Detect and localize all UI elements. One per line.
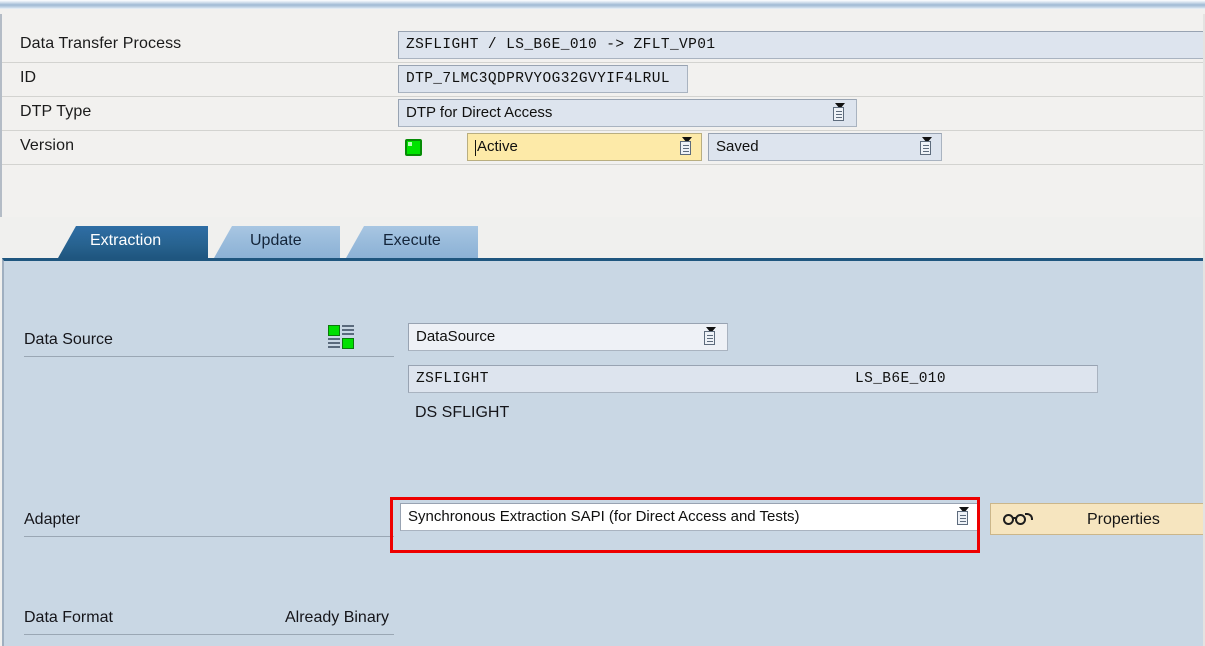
dropdown-adapter-icon[interactable] [955,507,971,527]
datasource-icon [328,325,355,350]
glasses-lens-left [1003,514,1014,525]
list-sheet-icon [833,107,844,121]
list-sheet-icon [704,331,715,345]
datasource-icon-square-tl [328,325,340,336]
input-id[interactable]: DTP_7LMC3QDPRVYOG32GVYIF4LRUL [398,65,688,93]
dropdown-version-icon[interactable] [678,137,694,157]
input-data-source-type[interactable]: DataSource [408,323,728,351]
label-adapter: Adapter [24,511,80,529]
input-version[interactable]: Active [467,133,702,161]
label-data-format-underline [24,634,394,635]
value-data-source-type: DataSource [416,328,495,345]
glasses-arm [1025,513,1033,520]
value-adapter: Synchronous Extraction SAPI (for Direct … [408,508,956,525]
list-sheet-icon [680,141,691,155]
datasource-icon-square-br [342,338,354,349]
label-data-source-underline [24,356,394,357]
form-row-data-transfer-process: Data Transfer Process ZSFLIGHT / LS_B6E_… [2,28,1205,63]
value-data-source-name: ZSFLIGHT [416,371,489,387]
glasses-icon [1003,511,1033,529]
input-data-source-name[interactable]: ZSFLIGHT LS_B6E_010 [408,365,1098,393]
form-row-version: Version Active Saved [2,130,1205,165]
properties-button-label: Properties [1087,511,1160,529]
datasource-icon-lines-bl [328,338,340,349]
dropdown-dtp-type-icon[interactable] [831,103,847,123]
label-data-transfer-process: Data Transfer Process [20,35,181,53]
label-data-format: Data Format [24,609,113,627]
tab-execute-label: Execute [383,232,441,250]
label-version: Version [20,137,74,155]
tab-strip: Extraction Update Execute [2,226,1203,258]
value-id: DTP_7LMC3QDPRVYOG32GVYIF4LRUL [406,71,670,87]
form-row-id: ID DTP_7LMC3QDPRVYOG32GVYIF4LRUL [2,62,1205,97]
status-led-active [405,139,422,156]
input-save-status[interactable]: Saved [708,133,942,161]
dropdown-save-status-icon[interactable] [918,137,934,157]
dropdown-data-source-type-icon[interactable] [702,327,718,347]
tab-update-label: Update [250,232,302,250]
text-caret [475,140,476,156]
label-data-source: Data Source [24,331,113,349]
input-dtp-type[interactable]: DTP for Direct Access [398,99,857,127]
input-data-transfer-process[interactable]: ZSFLIGHT / LS_B6E_010 -> ZFLT_VP01 [398,31,1205,59]
list-sheet-icon [920,141,931,155]
value-version: Active [477,138,518,155]
value-data-format: Already Binary [285,609,389,627]
form-row-dtp-type: DTP Type DTP for Direct Access [2,96,1205,131]
window-title-strip [0,0,1205,9]
list-sheet-icon [957,511,968,525]
value-data-transfer-process: ZSFLIGHT / LS_B6E_010 -> ZFLT_VP01 [406,37,715,53]
sap-dtp-maintenance-screen: Data Transfer Process ZSFLIGHT / LS_B6E_… [0,0,1205,646]
extraction-panel: Data Source DataSource ZSFLIGHT LS [2,258,1203,646]
value-dtp-type: DTP for Direct Access [406,104,552,121]
input-adapter[interactable]: Synchronous Extraction SAPI (for Direct … [400,503,980,531]
value-save-status: Saved [716,138,759,155]
label-id: ID [20,69,36,87]
datasource-icon-lines-tr [342,325,354,336]
label-dtp-type: DTP Type [20,103,91,121]
label-adapter-underline [24,536,394,537]
value-data-source-logical-system: LS_B6E_010 [855,371,946,387]
dtp-header-form: Data Transfer Process ZSFLIGHT / LS_B6E_… [0,14,1205,217]
text-data-source-description: DS SFLIGHT [415,404,509,422]
properties-button[interactable]: Properties [990,503,1205,535]
tab-extraction-label: Extraction [90,232,161,250]
